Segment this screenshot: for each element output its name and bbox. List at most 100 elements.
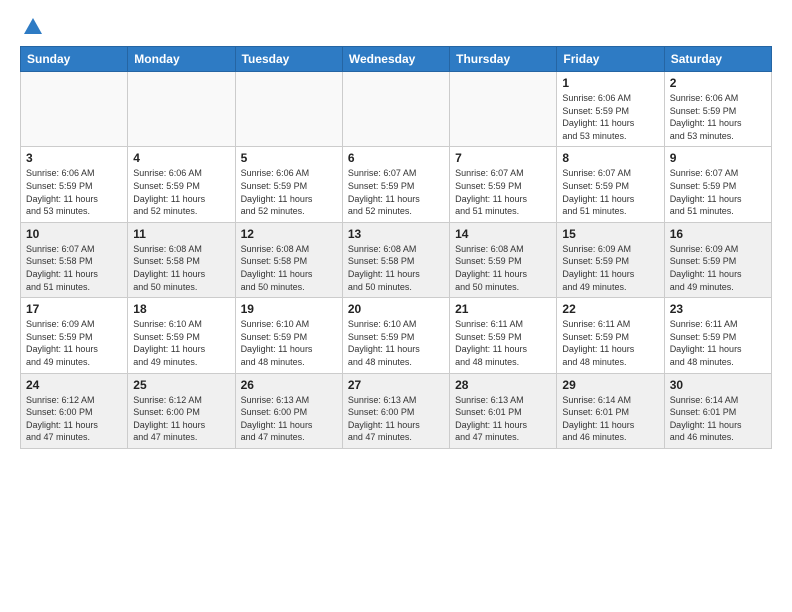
day-number: 28 [455, 378, 551, 392]
day-info: Sunrise: 6:12 AMSunset: 6:00 PMDaylight:… [26, 394, 122, 444]
day-number: 17 [26, 302, 122, 316]
day-info: Sunrise: 6:06 AMSunset: 5:59 PMDaylight:… [133, 167, 229, 217]
calendar-cell [450, 72, 557, 147]
page: SundayMondayTuesdayWednesdayThursdayFrid… [0, 0, 792, 612]
day-number: 8 [562, 151, 658, 165]
calendar-cell: 3 Sunrise: 6:06 AMSunset: 5:59 PMDaylight… [21, 147, 128, 222]
calendar-cell: 25 Sunrise: 6:12 AMSunset: 6:00 PMDayligh… [128, 373, 235, 448]
day-number: 25 [133, 378, 229, 392]
day-info: Sunrise: 6:07 AMSunset: 5:59 PMDaylight:… [670, 167, 766, 217]
day-info: Sunrise: 6:09 AMSunset: 5:59 PMDaylight:… [670, 243, 766, 293]
day-info: Sunrise: 6:13 AMSunset: 6:01 PMDaylight:… [455, 394, 551, 444]
calendar-cell: 17 Sunrise: 6:09 AMSunset: 5:59 PMDayligh… [21, 298, 128, 373]
day-number: 15 [562, 227, 658, 241]
day-number: 2 [670, 76, 766, 90]
calendar-cell: 19 Sunrise: 6:10 AMSunset: 5:59 PMDayligh… [235, 298, 342, 373]
calendar-header-row: SundayMondayTuesdayWednesdayThursdayFrid… [21, 47, 772, 72]
calendar-cell: 30Sunrise: 6:14 AMSunset: 6:01 PMDayligh… [664, 373, 771, 448]
day-number: 24 [26, 378, 122, 392]
day-info: Sunrise: 6:07 AMSunset: 5:59 PMDaylight:… [455, 167, 551, 217]
day-info: Sunrise: 6:06 AMSunset: 5:59 PMDaylight:… [26, 167, 122, 217]
day-info: Sunrise: 6:10 AMSunset: 5:59 PMDaylight:… [133, 318, 229, 368]
calendar-cell: 18 Sunrise: 6:10 AMSunset: 5:59 PMDayligh… [128, 298, 235, 373]
weekday-header-monday: Monday [128, 47, 235, 72]
calendar-cell: 29 Sunrise: 6:14 AMSunset: 6:01 PMDayligh… [557, 373, 664, 448]
calendar-cell: 8 Sunrise: 6:07 AMSunset: 5:59 PMDaylight… [557, 147, 664, 222]
logo-icon [22, 16, 44, 38]
day-number: 21 [455, 302, 551, 316]
weekday-header-thursday: Thursday [450, 47, 557, 72]
calendar-week-row: 1Sunrise: 6:06 AMSunset: 5:59 PMDaylight… [21, 72, 772, 147]
calendar-cell: 4 Sunrise: 6:06 AMSunset: 5:59 PMDaylight… [128, 147, 235, 222]
weekday-header-saturday: Saturday [664, 47, 771, 72]
day-number: 10 [26, 227, 122, 241]
calendar-cell: 6 Sunrise: 6:07 AMSunset: 5:59 PMDaylight… [342, 147, 449, 222]
day-number: 1 [562, 76, 658, 90]
calendar-cell [342, 72, 449, 147]
calendar-week-row: 24 Sunrise: 6:12 AMSunset: 6:00 PMDayligh… [21, 373, 772, 448]
day-number: 13 [348, 227, 444, 241]
day-number: 6 [348, 151, 444, 165]
day-info: Sunrise: 6:08 AMSunset: 5:58 PMDaylight:… [348, 243, 444, 293]
weekday-header-sunday: Sunday [21, 47, 128, 72]
calendar-cell: 28 Sunrise: 6:13 AMSunset: 6:01 PMDayligh… [450, 373, 557, 448]
calendar-cell: 7Sunrise: 6:07 AMSunset: 5:59 PMDaylight… [450, 147, 557, 222]
day-number: 23 [670, 302, 766, 316]
calendar-week-row: 3 Sunrise: 6:06 AMSunset: 5:59 PMDaylight… [21, 147, 772, 222]
day-info: Sunrise: 6:10 AMSunset: 5:59 PMDaylight:… [348, 318, 444, 368]
day-info: Sunrise: 6:06 AMSunset: 5:59 PMDaylight:… [241, 167, 337, 217]
weekday-header-wednesday: Wednesday [342, 47, 449, 72]
day-number: 9 [670, 151, 766, 165]
calendar-cell [235, 72, 342, 147]
day-number: 20 [348, 302, 444, 316]
calendar-cell: 13 Sunrise: 6:08 AMSunset: 5:58 PMDayligh… [342, 222, 449, 297]
day-number: 27 [348, 378, 444, 392]
day-number: 29 [562, 378, 658, 392]
day-info: Sunrise: 6:09 AMSunset: 5:59 PMDaylight:… [562, 243, 658, 293]
day-number: 26 [241, 378, 337, 392]
calendar-cell: 2Sunrise: 6:06 AMSunset: 5:59 PMDaylight… [664, 72, 771, 147]
day-number: 5 [241, 151, 337, 165]
day-number: 4 [133, 151, 229, 165]
day-info: Sunrise: 6:09 AMSunset: 5:59 PMDaylight:… [26, 318, 122, 368]
day-info: Sunrise: 6:07 AMSunset: 5:59 PMDaylight:… [562, 167, 658, 217]
calendar-cell: 21 Sunrise: 6:11 AMSunset: 5:59 PMDayligh… [450, 298, 557, 373]
calendar-table: SundayMondayTuesdayWednesdayThursdayFrid… [20, 46, 772, 449]
day-info: Sunrise: 6:13 AMSunset: 6:00 PMDaylight:… [348, 394, 444, 444]
day-info: Sunrise: 6:08 AMSunset: 5:58 PMDaylight:… [241, 243, 337, 293]
day-info: Sunrise: 6:11 AMSunset: 5:59 PMDaylight:… [455, 318, 551, 368]
weekday-header-friday: Friday [557, 47, 664, 72]
calendar-cell: 20 Sunrise: 6:10 AMSunset: 5:59 PMDayligh… [342, 298, 449, 373]
calendar-cell: 16 Sunrise: 6:09 AMSunset: 5:59 PMDayligh… [664, 222, 771, 297]
day-info: Sunrise: 6:11 AMSunset: 5:59 PMDaylight:… [562, 318, 658, 368]
day-number: 11 [133, 227, 229, 241]
calendar-cell: 10 Sunrise: 6:07 AMSunset: 5:58 PMDayligh… [21, 222, 128, 297]
calendar-cell: 27 Sunrise: 6:13 AMSunset: 6:00 PMDayligh… [342, 373, 449, 448]
calendar-cell: 14Sunrise: 6:08 AMSunset: 5:59 PMDayligh… [450, 222, 557, 297]
day-number: 22 [562, 302, 658, 316]
calendar-cell: 12Sunrise: 6:08 AMSunset: 5:58 PMDayligh… [235, 222, 342, 297]
day-info: Sunrise: 6:14 AMSunset: 6:01 PMDaylight:… [562, 394, 658, 444]
calendar-cell: 9 Sunrise: 6:07 AMSunset: 5:59 PMDaylight… [664, 147, 771, 222]
calendar-week-row: 17 Sunrise: 6:09 AMSunset: 5:59 PMDayligh… [21, 298, 772, 373]
day-number: 18 [133, 302, 229, 316]
calendar-cell: 5 Sunrise: 6:06 AMSunset: 5:59 PMDaylight… [235, 147, 342, 222]
day-info: Sunrise: 6:07 AMSunset: 5:59 PMDaylight:… [348, 167, 444, 217]
day-info: Sunrise: 6:08 AMSunset: 5:58 PMDaylight:… [133, 243, 229, 293]
calendar-cell: 1Sunrise: 6:06 AMSunset: 5:59 PMDaylight… [557, 72, 664, 147]
calendar-cell: 26 Sunrise: 6:13 AMSunset: 6:00 PMDayligh… [235, 373, 342, 448]
day-info: Sunrise: 6:13 AMSunset: 6:00 PMDaylight:… [241, 394, 337, 444]
calendar-week-row: 10 Sunrise: 6:07 AMSunset: 5:58 PMDayligh… [21, 222, 772, 297]
calendar-cell: 22 Sunrise: 6:11 AMSunset: 5:59 PMDayligh… [557, 298, 664, 373]
day-number: 14 [455, 227, 551, 241]
day-number: 3 [26, 151, 122, 165]
header [20, 16, 772, 38]
calendar-cell: 24 Sunrise: 6:12 AMSunset: 6:00 PMDayligh… [21, 373, 128, 448]
weekday-header-tuesday: Tuesday [235, 47, 342, 72]
day-number: 19 [241, 302, 337, 316]
day-info: Sunrise: 6:07 AMSunset: 5:58 PMDaylight:… [26, 243, 122, 293]
day-info: Sunrise: 6:12 AMSunset: 6:00 PMDaylight:… [133, 394, 229, 444]
calendar-cell: 23Sunrise: 6:11 AMSunset: 5:59 PMDayligh… [664, 298, 771, 373]
day-info: Sunrise: 6:10 AMSunset: 5:59 PMDaylight:… [241, 318, 337, 368]
day-number: 16 [670, 227, 766, 241]
